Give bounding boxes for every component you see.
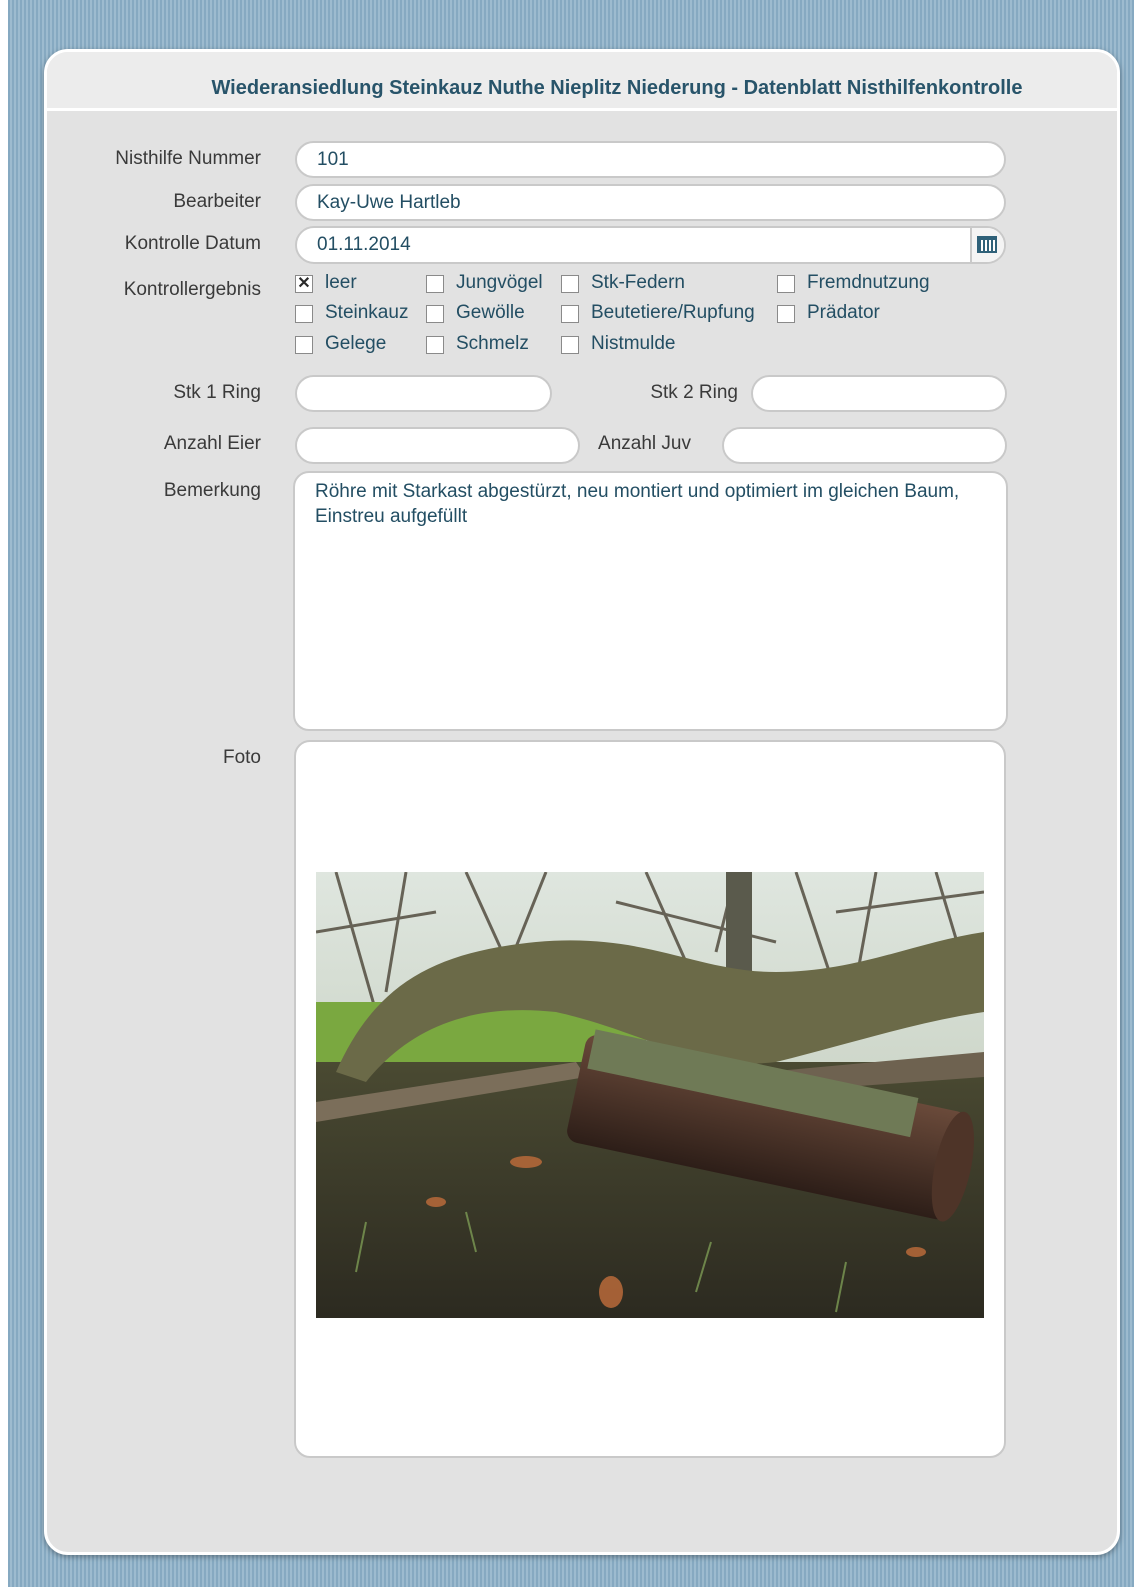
anzahl-juv-label: Anzahl Juv [598, 433, 691, 454]
checkbox-beutetiere-rupfung-box[interactable] [561, 305, 579, 323]
anzahl-juv-field[interactable] [722, 427, 1007, 464]
stk2-ring-label: Stk 2 Ring [650, 382, 738, 403]
checkbox-fremdnutzung-box[interactable] [777, 275, 795, 293]
checkbox-leer-label: leer [325, 272, 357, 293]
checkbox-leer-box[interactable]: ✕ [295, 275, 313, 293]
checkbox-schmelz-label: Schmelz [456, 333, 529, 354]
checkbox-stk-federn-label: Stk-Federn [591, 272, 685, 293]
anzahl-eier-label: Anzahl Eier [163, 433, 261, 454]
nisthilfe-nummer-label: Nisthilfe Nummer [115, 148, 261, 169]
checkbox-gelege-box[interactable] [295, 336, 313, 354]
checkbox-schmelz-box[interactable] [426, 336, 444, 354]
checkbox-gewoelle-box[interactable] [426, 305, 444, 323]
checkbox-praedator-label: Prädator [807, 302, 880, 323]
checkbox-beutetiere-rupfung-label: Beutetiere/Rupfung [591, 302, 755, 323]
form-title: Wiederansiedlung Steinkauz Nuthe Nieplit… [211, 77, 1023, 99]
window-edge [0, 0, 8, 1587]
checkbox-nistmulde-box[interactable] [561, 336, 579, 354]
kontrolle-datum-value: 01.11.2014 [317, 234, 411, 255]
kontrolle-datum-label: Kontrolle Datum [124, 233, 261, 254]
checkbox-steinkauz-label: Steinkauz [325, 302, 409, 323]
checkbox-steinkauz-box[interactable] [295, 305, 313, 323]
checkbox-gewoelle-label: Gewölle [456, 302, 525, 323]
stk2-ring-field[interactable] [751, 375, 1007, 412]
bemerkung-label: Bemerkung [163, 480, 261, 501]
form-panel: Wiederansiedlung Steinkauz Nuthe Nieplit… [44, 49, 1120, 1555]
calendar-icon [977, 236, 997, 253]
stk1-ring-field[interactable] [295, 375, 552, 412]
checkbox-jungvoegel-label: Jungvögel [456, 272, 543, 293]
stk1-ring-label: Stk 1 Ring [173, 382, 261, 403]
checkbox-praedator-box[interactable] [777, 305, 795, 323]
checkbox-nistmulde-label: Nistmulde [591, 333, 676, 354]
bearbeiter-label: Bearbeiter [173, 191, 261, 212]
nisthilfe-nummer-field[interactable]: 101 [295, 141, 1006, 178]
kontrolle-datum-field[interactable]: 01.11.2014 [295, 226, 1006, 264]
bemerkung-textarea[interactable]: Röhre mit Starkast abgestürzt, neu monti… [293, 471, 1008, 731]
date-picker-button[interactable] [970, 228, 1004, 262]
checkbox-gelege-label: Gelege [325, 333, 387, 354]
anzahl-eier-field[interactable] [295, 427, 580, 464]
kontrollergebnis-label: Kontrollergebnis [123, 279, 261, 300]
foto-container[interactable] [294, 740, 1006, 1458]
nest-box-photo [316, 872, 984, 1318]
checkbox-jungvoegel-box[interactable] [426, 275, 444, 293]
foto-label: Foto [222, 747, 261, 768]
checkbox-stk-federn-box[interactable] [561, 275, 579, 293]
checkbox-fremdnutzung-label: Fremdnutzung [807, 272, 930, 293]
bearbeiter-field[interactable]: Kay-Uwe Hartleb [295, 184, 1006, 221]
